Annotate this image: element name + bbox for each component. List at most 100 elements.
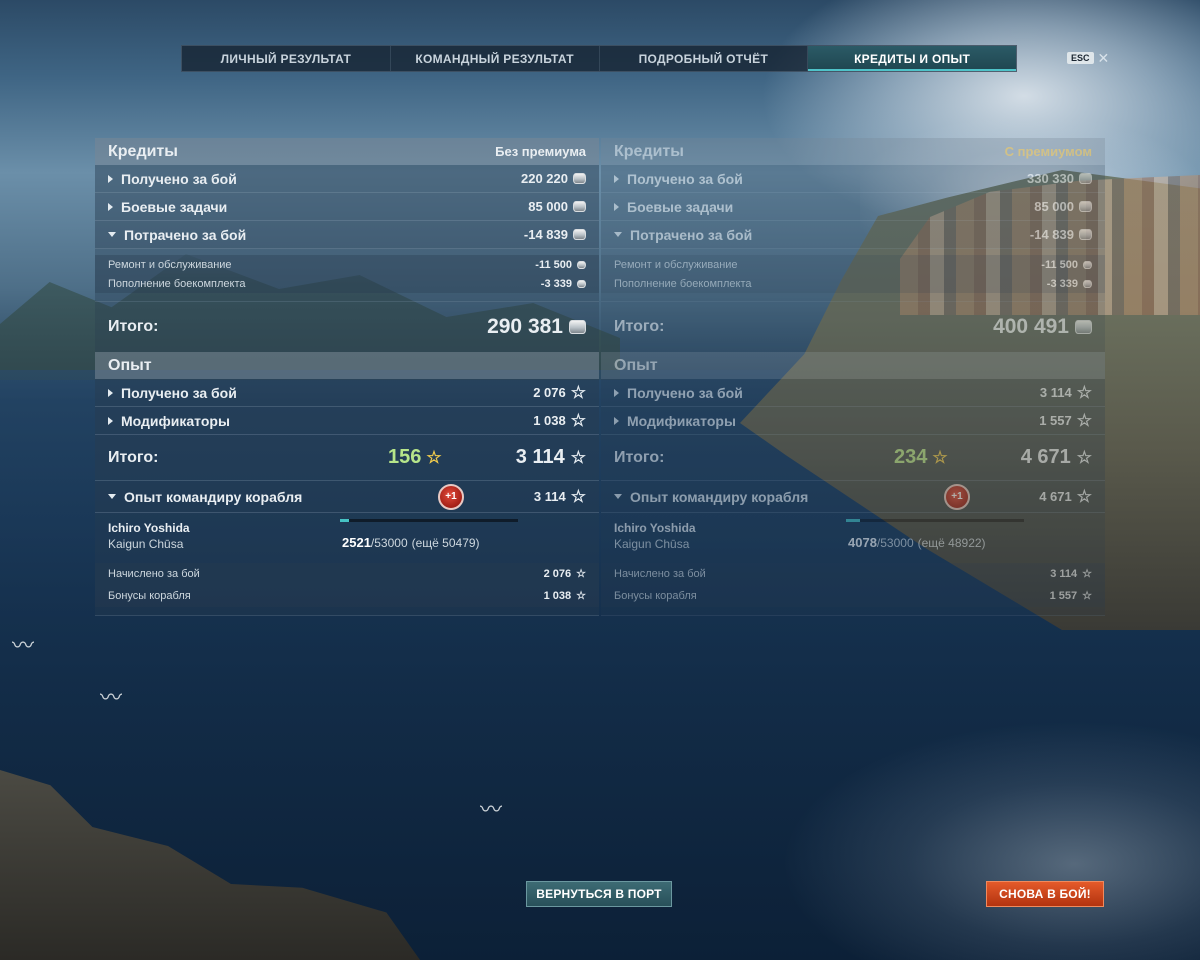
credits-coin-icon (1079, 201, 1092, 212)
credits-coin-icon (1083, 260, 1092, 269)
free-xp-value: 156 (388, 446, 422, 468)
xp-star-icon: ☆ (1076, 411, 1092, 430)
expand-arrow-icon[interactable] (108, 202, 113, 211)
account-mode-label: Без премиума (495, 144, 586, 159)
commander-xp-text: 2521/53000 (ещё 50479) (342, 535, 480, 550)
collapse-arrow-icon[interactable] (614, 494, 622, 499)
xp-current: 4078 (848, 535, 877, 550)
row-value: 1 038 (543, 590, 572, 602)
row-label: Пополнение боекомплекта (108, 277, 246, 290)
xp-modifiers-row[interactable]: Модификаторы 1 038 ☆ (95, 407, 599, 435)
row-value: 1 557 (1049, 590, 1078, 602)
credits-coin-icon (573, 201, 586, 212)
spent-breakdown: Ремонт и обслуживание -11 500 Пополнение… (601, 249, 1105, 302)
expand-arrow-icon[interactable] (108, 416, 113, 425)
expand-arrow-icon[interactable] (614, 202, 619, 211)
total-label: Итого: (108, 318, 159, 335)
expand-arrow-icon[interactable] (614, 416, 619, 425)
credits-spent-row[interactable]: Потрачено за бой -14 839 (95, 221, 599, 249)
close-button[interactable]: ESC ✕ (1067, 51, 1109, 65)
tab-team-result[interactable]: КОМАНДНЫЙ РЕЗУЛЬТАТ (391, 46, 600, 71)
free-xp-star-icon: ☆ (426, 448, 442, 467)
credits-coin-icon (1079, 173, 1092, 184)
row-value: 1 557 (1039, 413, 1072, 428)
tab-detailed-report[interactable]: ПОДРОБНЫЙ ОТЧЁТ (600, 46, 809, 71)
commander-xp-progress-bar (340, 519, 518, 522)
row-value: 85 000 (1034, 199, 1074, 214)
repair-row: Ремонт и обслуживание -11 500 (601, 255, 1105, 274)
collapse-arrow-icon[interactable] (108, 494, 116, 499)
battle-again-button[interactable]: СНОВА В БОЙ! (986, 881, 1104, 907)
credits-coin-icon (569, 320, 586, 334)
row-label: Получено за бой (627, 170, 743, 187)
seagull-icon: 〰 (12, 633, 35, 658)
row-label: Получено за бой (121, 170, 237, 187)
credits-title: Кредиты (614, 142, 684, 160)
skill-point-badge: +1 (438, 483, 464, 510)
credits-total-row: Итого: 290 381 (95, 302, 599, 352)
panel-without-premium: Кредиты Без премиума Получено за бой 220… (95, 138, 599, 616)
collapse-arrow-icon[interactable] (614, 232, 622, 237)
total-label: Итого: (108, 448, 159, 466)
xp-modifiers-row[interactable]: Модификаторы 1 557 ☆ (601, 407, 1105, 435)
credits-coin-icon (573, 229, 586, 240)
tab-bar: ЛИЧНЫЙ РЕЗУЛЬТАТ КОМАНДНЫЙ РЕЗУЛЬТАТ ПОД… (181, 45, 1017, 72)
credits-coin-icon (577, 279, 586, 288)
credits-coin-icon (573, 173, 586, 184)
row-label: Бонусы корабля (614, 590, 697, 602)
credits-coin-icon (1075, 320, 1092, 334)
seagull-icon: 〰 (100, 685, 123, 710)
credits-spent-row[interactable]: Потрачено за бой -14 839 (601, 221, 1105, 249)
free-xp-star-icon: ☆ (932, 448, 948, 467)
commander-xp-text: 4078/53000 (ещё 48922) (848, 535, 986, 550)
row-value: 3 114 (1039, 385, 1072, 400)
battle-xp-row: Начислено за бой 2 076 ☆ (95, 563, 599, 585)
xp-total-row: Итого: 156 ☆ 3 114 ☆ (95, 435, 599, 481)
panel-with-premium: Кредиты С премиумом Получено за бой 330 … (601, 138, 1105, 616)
expand-arrow-icon[interactable] (614, 174, 619, 183)
credits-coin-icon (1083, 279, 1092, 288)
xp-star-icon: ☆ (576, 567, 586, 580)
xp-star-icon: ☆ (570, 411, 586, 430)
row-label: Пополнение боекомплекта (614, 277, 752, 290)
row-value: 4 671 (1039, 489, 1072, 504)
credits-earned-row[interactable]: Получено за бой 220 220 (95, 165, 599, 193)
expand-arrow-icon[interactable] (614, 388, 619, 397)
credits-title: Кредиты (108, 142, 178, 160)
xp-earned-row[interactable]: Получено за бой 3 114 ☆ (601, 379, 1105, 407)
xp-star-icon: ☆ (576, 589, 586, 602)
combat-missions-row[interactable]: Боевые задачи 85 000 (601, 193, 1105, 221)
credits-earned-row[interactable]: Получено за бой 330 330 (601, 165, 1105, 193)
return-to-port-button[interactable]: ВЕРНУТЬСЯ В ПОРТ (526, 881, 672, 907)
repair-row: Ремонт и обслуживание -11 500 (95, 255, 599, 274)
tab-credits-and-xp[interactable]: КРЕДИТЫ И ОПЫТ (808, 46, 1016, 71)
xp-current: 2521 (342, 535, 371, 550)
xp-star-icon: ☆ (1076, 448, 1092, 467)
row-label: Опыт командиру корабля (124, 488, 303, 505)
row-value: -11 500 (535, 258, 572, 271)
tab-personal-result[interactable]: ЛИЧНЫЙ РЕЗУЛЬТАТ (182, 46, 391, 71)
credits-coin-icon (577, 260, 586, 269)
row-label: Потрачено за бой (124, 226, 247, 243)
commander-xp-breakdown: Начислено за бой 2 076 ☆ Бонусы корабля 1… (95, 561, 599, 616)
xp-star-icon: ☆ (570, 383, 586, 402)
row-label: Опыт командиру корабля (630, 488, 809, 505)
skill-point-badge: +1 (944, 483, 970, 510)
row-label: Потрачено за бой (630, 226, 753, 243)
xp-earned-row[interactable]: Получено за бой 2 076 ☆ (95, 379, 599, 407)
xp-star-icon: ☆ (1082, 589, 1092, 602)
combat-missions-row[interactable]: Боевые задачи 85 000 (95, 193, 599, 221)
row-value: 1 038 (533, 413, 566, 428)
commander-xp-row[interactable]: Опыт командиру корабля +1 3 114 ☆ (95, 481, 599, 513)
close-icon[interactable]: ✕ (1098, 51, 1110, 65)
row-value: 330 330 (1027, 171, 1074, 186)
commander-name: Ichiro Yoshida (108, 521, 190, 535)
account-mode-label: С премиумом (1004, 144, 1092, 159)
expand-arrow-icon[interactable] (108, 388, 113, 397)
commander-xp-row[interactable]: Опыт командиру корабля +1 4 671 ☆ (601, 481, 1105, 513)
xp-total: /53000 (370, 536, 408, 550)
row-label: Начислено за бой (108, 568, 200, 580)
background-rocks (0, 770, 420, 960)
expand-arrow-icon[interactable] (108, 174, 113, 183)
collapse-arrow-icon[interactable] (108, 232, 116, 237)
